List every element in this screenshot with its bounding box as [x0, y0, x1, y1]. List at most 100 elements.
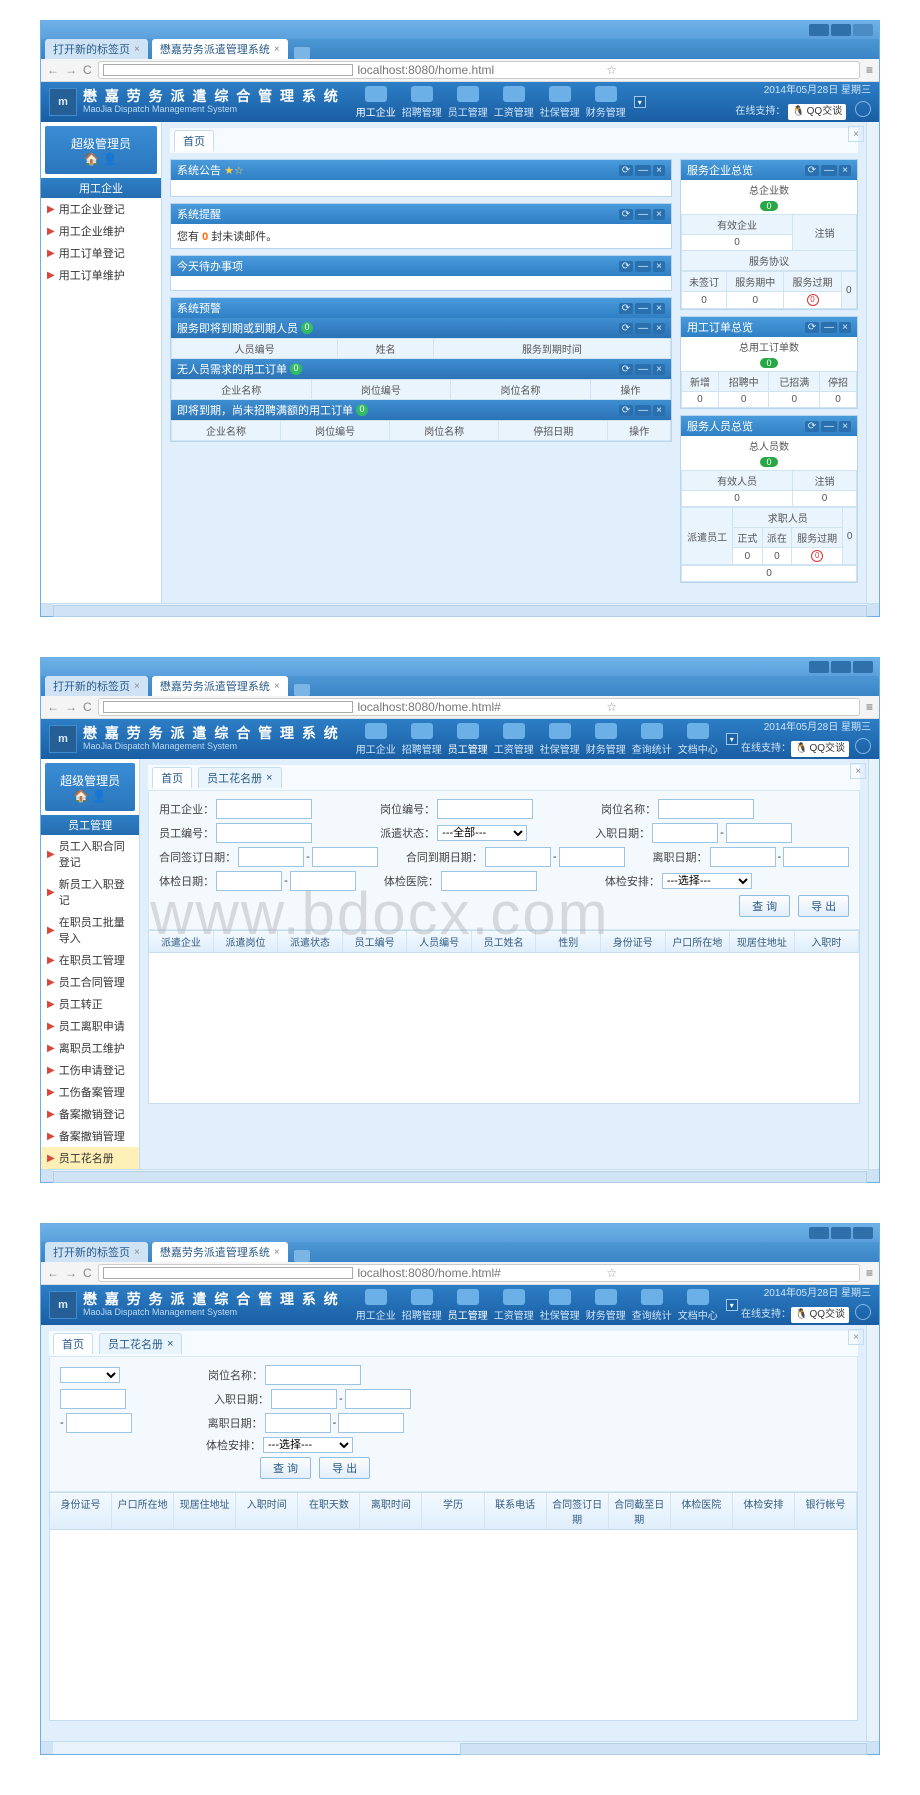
browser-tab[interactable]: 打开新的标签页× [45, 1242, 148, 1262]
power-icon[interactable] [855, 1304, 871, 1320]
close-button[interactable] [853, 1227, 873, 1239]
contractend-to-input[interactable] [559, 847, 625, 867]
address-bar[interactable]: localhost:8080/home.html ☆ [98, 61, 860, 79]
contract-to-input[interactable] [312, 847, 378, 867]
entry-from-input[interactable] [271, 1389, 337, 1409]
page-tab-roster[interactable]: 员工花名册 × [99, 1333, 182, 1354]
tab-close-icon[interactable]: × [134, 1247, 140, 1258]
arrange-select[interactable]: ---选择--- [662, 873, 752, 889]
panel-controls[interactable]: ⟳—× [805, 322, 851, 333]
sidebar-item[interactable]: ▶员工转正 [41, 993, 139, 1015]
status-select[interactable]: ---全部--- [437, 825, 527, 841]
tab-close-icon[interactable]: × [274, 44, 280, 55]
empno-input[interactable] [216, 823, 312, 843]
page-tab-home[interactable]: 首页 [152, 767, 192, 788]
new-tab-button[interactable] [294, 47, 310, 59]
power-icon[interactable] [855, 101, 871, 117]
nav-module[interactable]: 招聘管理 [400, 723, 444, 756]
min-button[interactable] [809, 661, 829, 673]
leave-from-input[interactable] [710, 847, 776, 867]
page-tab-roster[interactable]: 员工花名册 × [198, 767, 281, 788]
leave-to-input[interactable] [338, 1413, 404, 1433]
entry-to-input[interactable] [345, 1389, 411, 1409]
nav-module[interactable]: 社保管理 [538, 86, 582, 119]
nav-dropdown-icon[interactable]: ▾ [726, 733, 738, 745]
min-button[interactable] [809, 1227, 829, 1239]
bookmark-icon[interactable]: ☆ [606, 63, 855, 77]
tab-close-icon[interactable]: × [274, 681, 280, 692]
hospital-input[interactable] [441, 871, 537, 891]
qq-button[interactable]: 🐧QQ交谈 [788, 104, 846, 120]
max-button[interactable] [831, 24, 851, 36]
nav-module[interactable]: 员工管理 [446, 723, 490, 756]
nav-module[interactable]: 用工企业 [354, 1289, 398, 1322]
contractend-from-input[interactable] [485, 847, 551, 867]
back-button[interactable]: ← [47, 1266, 59, 1280]
page-tab-home[interactable]: 首页 [174, 130, 214, 151]
check-from-input[interactable] [216, 871, 282, 891]
export-button[interactable]: 导 出 [798, 895, 849, 917]
nav-module[interactable]: 文档中心 [676, 723, 720, 756]
sidebar-item[interactable]: ▶员工合同管理 [41, 971, 139, 993]
panel-controls[interactable]: ⟳—× [619, 261, 665, 272]
check-to-input[interactable] [290, 871, 356, 891]
nav-module[interactable]: 财务管理 [584, 1289, 628, 1322]
close-button[interactable] [853, 24, 873, 36]
vertical-scrollbar[interactable] [866, 122, 879, 603]
small-select-1[interactable] [60, 1367, 120, 1383]
nav-module[interactable]: 招聘管理 [400, 86, 444, 119]
browser-tab[interactable]: 懋嘉劳务派遣管理系统× [152, 676, 288, 696]
power-icon[interactable] [855, 738, 871, 754]
nav-module[interactable]: 社保管理 [538, 723, 582, 756]
leave-from-input[interactable] [265, 1413, 331, 1433]
panel-controls[interactable]: ⟳—× [805, 165, 851, 176]
sidebar-item[interactable]: ▶在职员工批量导入 [41, 911, 139, 949]
search-button[interactable]: 查 询 [739, 895, 790, 917]
sidebar-item[interactable]: ▶备案撤销登记 [41, 1103, 139, 1125]
browser-tab[interactable]: 懋嘉劳务派遣管理系统× [152, 1242, 288, 1262]
sidebar-item[interactable]: ▶备案撤销管理 [41, 1125, 139, 1147]
entry-from-input[interactable] [652, 823, 718, 843]
panel-controls[interactable]: ⟳—× [619, 165, 665, 176]
sidebar-item-active[interactable]: ▶员工花名册 [41, 1147, 139, 1169]
nav-module[interactable]: 文档中心 [676, 1289, 720, 1322]
browser-tab[interactable]: 打开新的标签页 × [45, 39, 148, 59]
sidebar-item[interactable]: ▶新员工入职登记 [41, 873, 139, 911]
max-button[interactable] [831, 1227, 851, 1239]
qq-button[interactable]: 🐧QQ交谈 [791, 741, 849, 757]
tab-close-icon[interactable]: × [167, 1338, 173, 1350]
reload-button[interactable]: C [83, 63, 92, 77]
menu-icon[interactable]: ≡ [866, 700, 873, 714]
nav-module[interactable]: 财务管理 [584, 86, 628, 119]
back-button[interactable]: ← [47, 700, 59, 714]
field-2a[interactable] [60, 1389, 126, 1409]
back-button[interactable]: ← [47, 63, 59, 77]
menu-icon[interactable]: ≡ [866, 1266, 873, 1280]
nav-module[interactable]: 查询统计 [630, 1289, 674, 1322]
leave-to-input[interactable] [783, 847, 849, 867]
field-3a[interactable] [66, 1413, 132, 1433]
content-close-icon[interactable]: × [848, 1329, 864, 1345]
vertical-scrollbar[interactable] [866, 1325, 879, 1741]
nav-module[interactable]: 工资管理 [492, 86, 536, 119]
new-tab-button[interactable] [294, 1250, 310, 1262]
tab-close-icon[interactable]: × [134, 681, 140, 692]
horizontal-scrollbar[interactable] [41, 1169, 879, 1182]
browser-tab[interactable]: 打开新的标签页× [45, 676, 148, 696]
forward-button[interactable]: → [65, 1266, 77, 1280]
bookmark-icon[interactable]: ☆ [606, 1266, 855, 1280]
contract-from-input[interactable] [238, 847, 304, 867]
forward-button[interactable]: → [65, 63, 77, 77]
tab-close-icon[interactable]: × [266, 772, 272, 784]
postno-input[interactable] [437, 799, 533, 819]
panel-controls[interactable]: ⟳—× [619, 303, 665, 314]
nav-module[interactable]: 社保管理 [538, 1289, 582, 1322]
forward-button[interactable]: → [65, 700, 77, 714]
content-close-icon[interactable]: × [850, 763, 866, 779]
bookmark-icon[interactable]: ☆ [606, 700, 855, 714]
nav-module[interactable]: 查询统计 [630, 723, 674, 756]
panel-controls[interactable]: ⟳—× [619, 364, 665, 375]
sidebar-category[interactable]: 用工企业 [41, 178, 161, 198]
sidebar-item[interactable]: ▶员工入职合同登记 [41, 835, 139, 873]
menu-icon[interactable]: ≡ [866, 63, 873, 77]
